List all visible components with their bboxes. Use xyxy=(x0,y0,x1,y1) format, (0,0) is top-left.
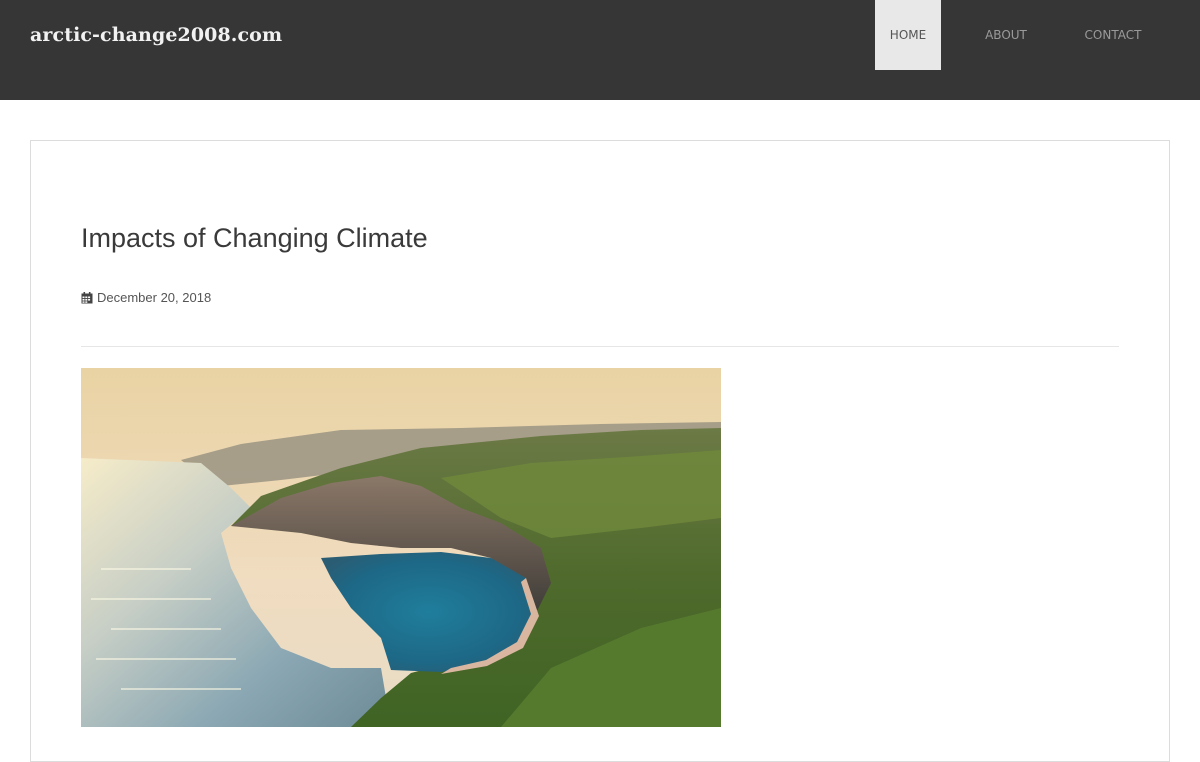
post-card: Impacts of Changing Climate December 20,… xyxy=(30,140,1170,762)
nav-item-contact[interactable]: CONTACT xyxy=(1074,0,1152,70)
post-title[interactable]: Impacts of Changing Climate xyxy=(81,223,428,254)
post-featured-image[interactable] xyxy=(81,368,721,727)
nav-item-home[interactable]: HOME xyxy=(875,0,941,70)
site-header: arctic-change2008.com HOME ABOUT CONTACT xyxy=(0,0,1200,100)
post-date: December 20, 2018 xyxy=(97,290,212,305)
site-title-link[interactable]: arctic-change2008.com xyxy=(30,24,282,46)
post-meta: December 20, 2018 xyxy=(81,290,211,305)
meta-divider xyxy=(81,346,1119,347)
nav-item-about[interactable]: ABOUT xyxy=(972,0,1040,70)
calendar-icon xyxy=(81,291,93,304)
